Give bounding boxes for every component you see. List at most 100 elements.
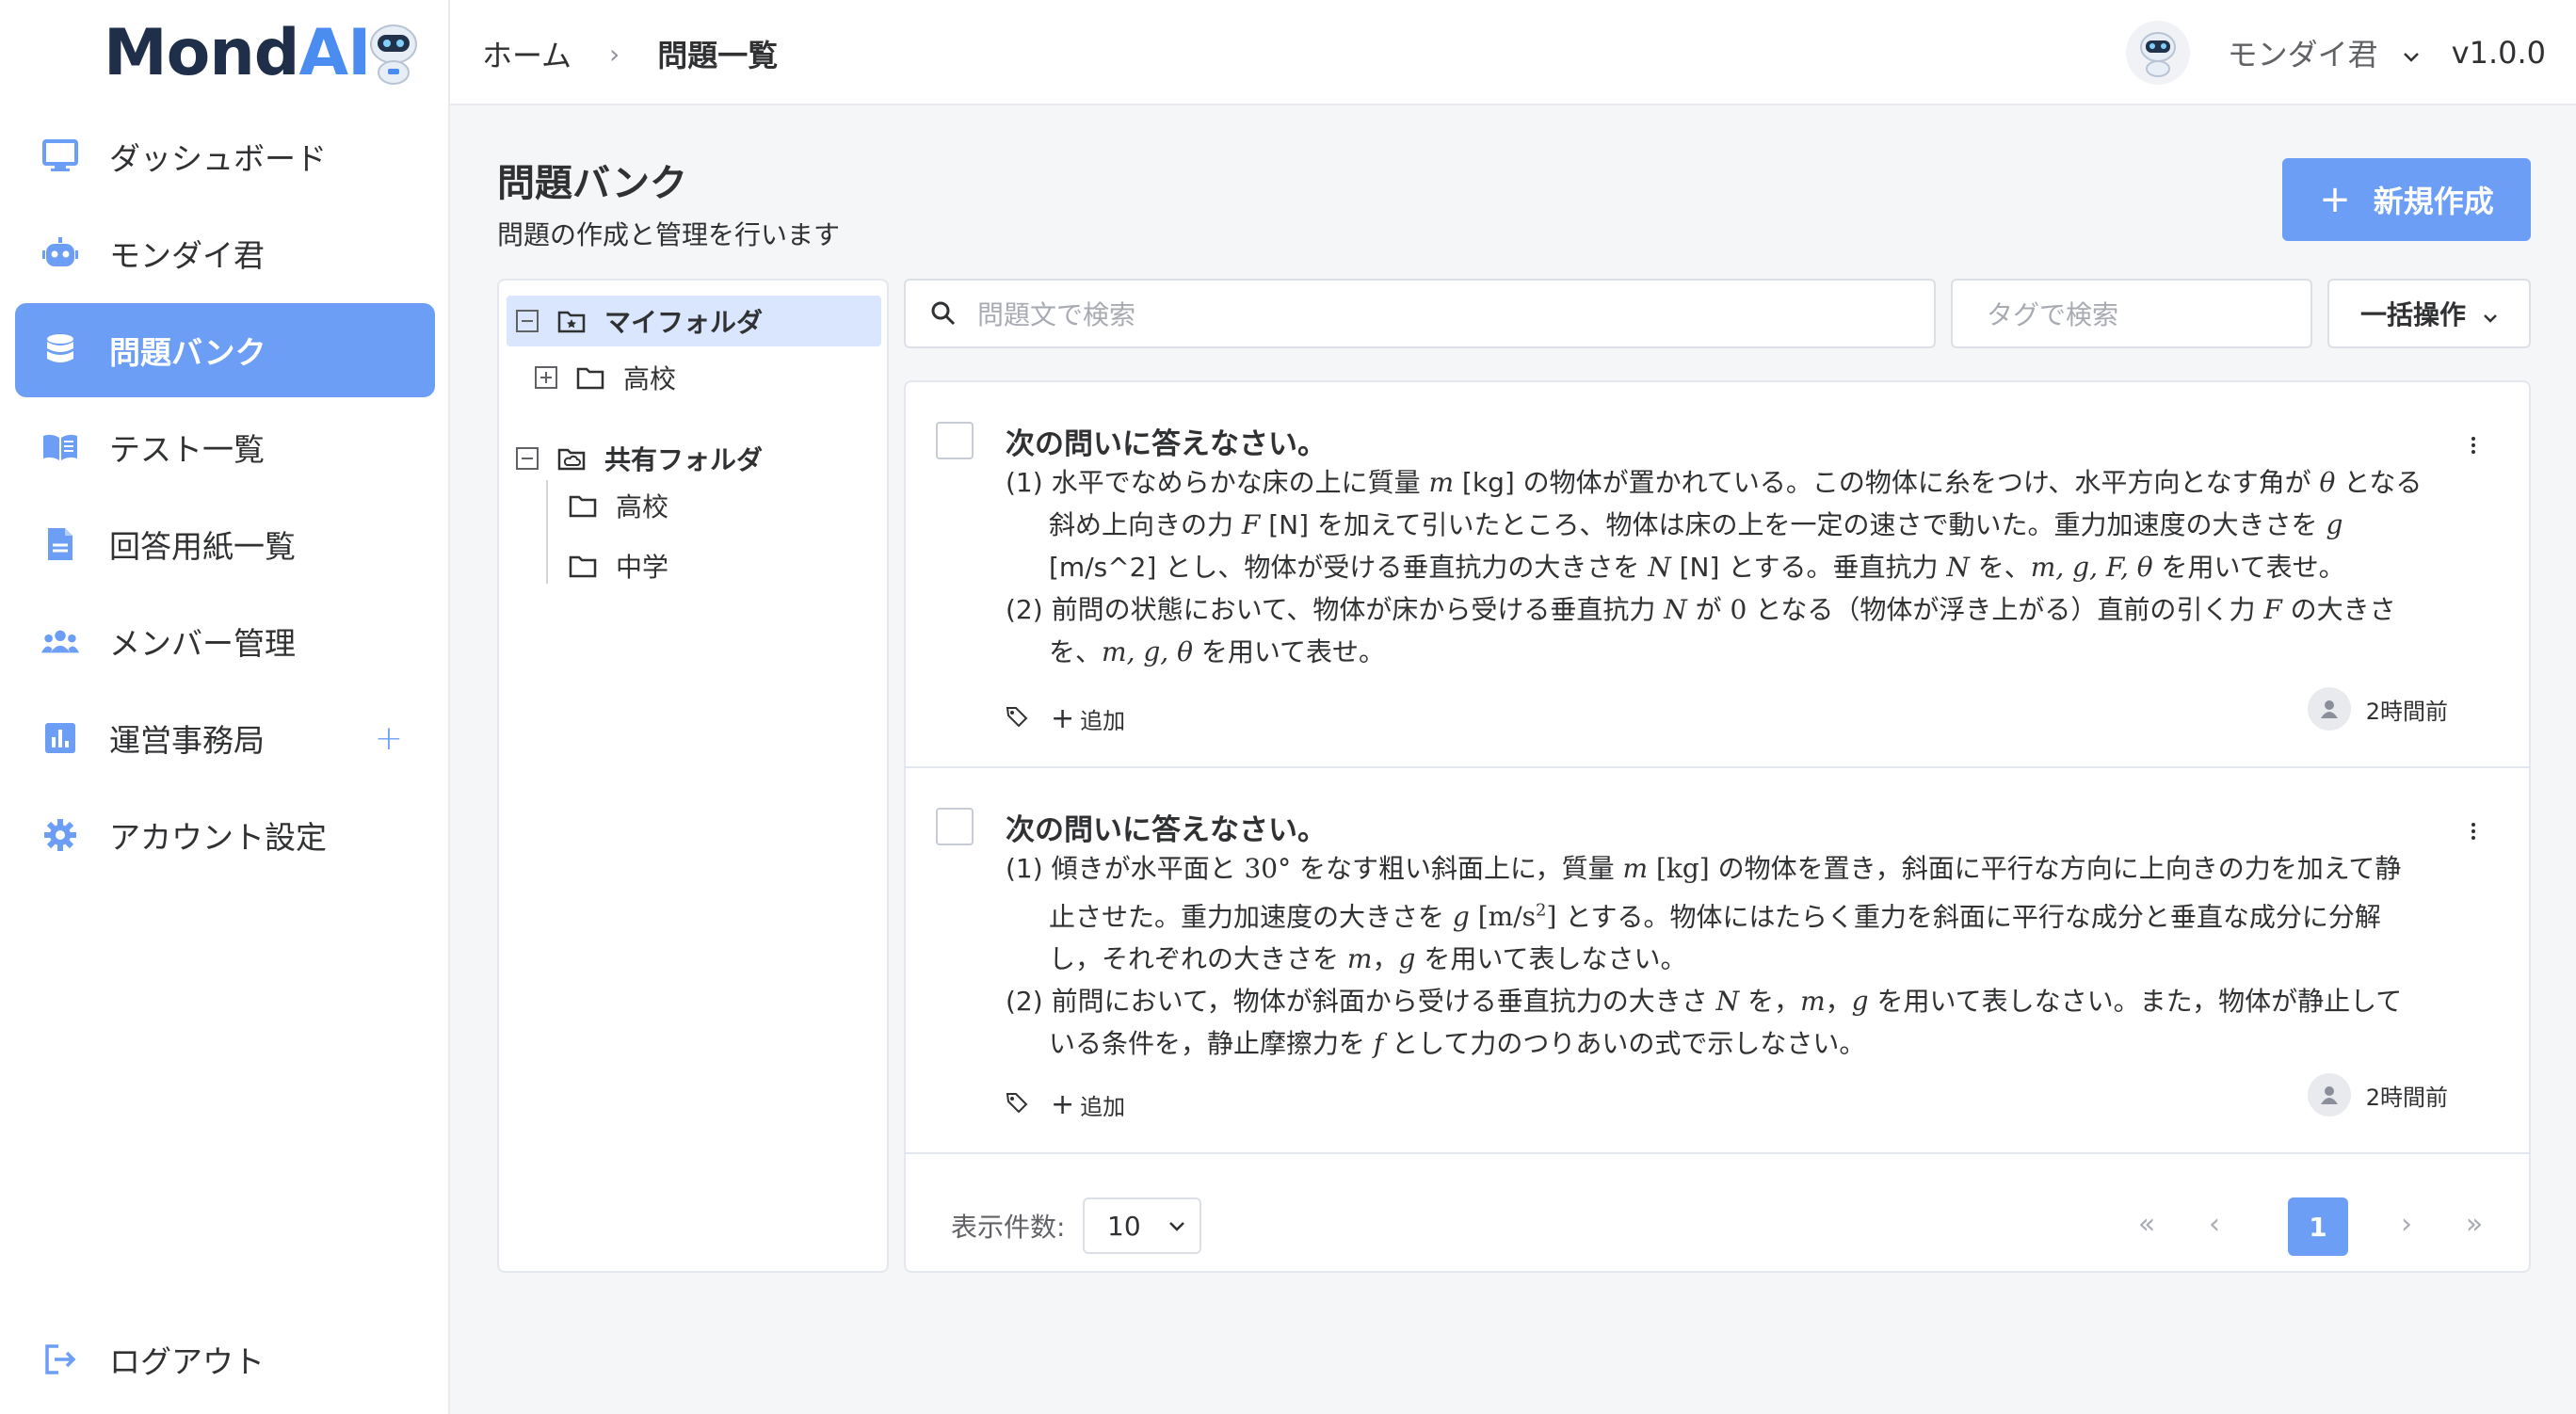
sidebar: MondAI ダッシュボード モンダイ君 問題バンク テスト一覧 回答用紙一覧 … <box>0 0 450 1414</box>
chevron-right-icon: › <box>609 38 620 70</box>
prev-page-icon[interactable]: ‹ <box>2196 1205 2233 1243</box>
search-icon <box>930 300 957 327</box>
book-icon <box>41 428 79 466</box>
sidebar-item-label: 問題バンク <box>109 334 266 371</box>
robot-mascot-icon <box>364 20 423 86</box>
user-name: モンダイ君 <box>2227 37 2378 72</box>
last-page-icon[interactable]: » <box>2455 1205 2493 1243</box>
tag-row: + 追加 <box>1006 702 1125 735</box>
avatar <box>2125 21 2190 85</box>
question-card[interactable]: 次の問いに答えなさい。 (1) 傾きが水平面と 30° をなす粗い斜面上に，質量… <box>906 768 2529 1154</box>
more-options-icon[interactable] <box>2471 823 2476 840</box>
folder-label: 共有フォルダ <box>604 444 764 475</box>
chevron-down-icon <box>2403 35 2420 71</box>
question-title: 次の問いに答えなさい。 <box>1006 427 1327 461</box>
next-page-icon[interactable]: › <box>2388 1205 2425 1243</box>
breadcrumb-home[interactable]: ホーム <box>482 32 572 75</box>
document-icon <box>41 525 79 563</box>
folder-shared-junior-high[interactable]: 中学 <box>569 544 668 587</box>
breadcrumb-current: 問題一覧 <box>657 38 779 73</box>
folder-label: 高校 <box>616 491 669 522</box>
page-title: 問題バンク <box>497 162 687 205</box>
folder-label: 中学 <box>616 552 669 583</box>
add-tag-plus-icon: + <box>1051 1088 1075 1121</box>
chevron-down-icon <box>2483 298 2498 329</box>
folder-tree: マイフォルダ 高校 共有フォルダ 高校 中学 <box>497 279 889 1273</box>
tag-row: + 追加 <box>1006 1088 1125 1121</box>
sidebar-nav: ダッシュボード モンダイ君 問題バンク テスト一覧 回答用紙一覧 メンバー管理 … <box>15 109 435 885</box>
folder-shared-high-school[interactable]: 高校 <box>569 484 668 527</box>
logout-icon <box>41 1341 79 1378</box>
plus-icon: + <box>2319 178 2351 221</box>
add-tag-button[interactable]: 追加 <box>1080 702 1125 735</box>
question-search-input[interactable]: 問題文で検索 <box>904 279 1936 348</box>
add-tag-button[interactable]: 追加 <box>1080 1088 1125 1121</box>
page-subtitle: 問題の作成と管理を行います <box>497 219 841 250</box>
chart-icon <box>41 719 79 757</box>
tag-search-placeholder: タグで検索 <box>1987 299 2119 330</box>
collapse-icon[interactable] <box>516 447 539 470</box>
monitor-icon <box>41 137 79 175</box>
user-avatar-icon <box>2307 687 2351 731</box>
sidebar-item-label: メンバー管理 <box>109 625 296 662</box>
user-menu[interactable]: モンダイ君 v1.0.0 <box>2125 21 2546 85</box>
folder-my-high-school[interactable]: 高校 <box>535 356 676 399</box>
tag-icon <box>1006 1091 1028 1119</box>
database-icon <box>41 331 79 369</box>
app-version: v1.0.0 <box>2451 35 2546 71</box>
question-body: (1) 傾きが水平面と 30° をなす粗い斜面上に，質量 m [kg] の物体を… <box>1006 853 2403 1060</box>
tag-search-input[interactable]: タグで検索 <box>1951 279 2312 348</box>
folder-label: 高校 <box>623 363 677 394</box>
question-time: 2時間前 <box>2365 698 2448 725</box>
page-size-label: 表示件数: <box>951 1212 1066 1243</box>
question-list: 次の問いに答えなさい。 (1) 水平でなめらかな床の上に質量 m [kg] の物… <box>904 380 2531 1273</box>
select-checkbox[interactable] <box>936 808 974 845</box>
new-question-button[interactable]: + 新規作成 <box>2282 158 2531 241</box>
folder-label: マイフォルダ <box>604 307 764 338</box>
folder-my-folder[interactable]: マイフォルダ <box>507 296 881 346</box>
sidebar-item-admin-office[interactable]: 運営事務局 + <box>15 691 435 785</box>
page-size-value: 10 <box>1107 1210 1141 1242</box>
more-options-icon[interactable] <box>2471 437 2476 454</box>
sidebar-item-label: ダッシュボード <box>109 140 327 177</box>
pagination: 表示件数: 10 « ‹ 1 › » <box>906 1184 2529 1273</box>
chevron-down-icon <box>1167 1213 1186 1245</box>
select-checkbox[interactable] <box>936 422 974 459</box>
sidebar-item-label: モンダイ君 <box>109 237 265 274</box>
sidebar-item-account-settings[interactable]: アカウント設定 <box>15 788 435 882</box>
first-page-icon[interactable]: « <box>2128 1205 2165 1243</box>
tag-icon <box>1006 705 1028 733</box>
sidebar-item-label: テスト一覧 <box>109 431 265 468</box>
sidebar-item-label: 運営事務局 <box>109 722 265 759</box>
logout-button[interactable]: ログアウト <box>41 1337 265 1382</box>
current-page-button[interactable]: 1 <box>2288 1197 2348 1256</box>
user-avatar-icon <box>2307 1073 2351 1117</box>
sidebar-item-label: 回答用紙一覧 <box>109 528 296 565</box>
question-body: (1) 水平でなめらかな床の上に質量 m [kg] の物体が置かれている。この物… <box>1006 467 2423 667</box>
question-card[interactable]: 次の問いに答えなさい。 (1) 水平でなめらかな床の上に質量 m [kg] の物… <box>906 382 2529 768</box>
expand-plus-icon[interactable]: + <box>375 719 403 758</box>
robot-icon <box>41 234 79 272</box>
bulk-label: 一括操作 <box>2359 299 2466 330</box>
logout-label: ログアウト <box>109 1343 265 1380</box>
expand-icon[interactable] <box>535 366 557 389</box>
question-meta: 2時間前 <box>2307 687 2448 731</box>
page-size-select[interactable]: 10 <box>1083 1197 1201 1254</box>
users-icon <box>41 622 79 660</box>
folder-icon <box>576 365 604 390</box>
folder-icon <box>569 554 597 578</box>
gear-icon <box>41 816 79 854</box>
collapse-icon[interactable] <box>516 310 539 332</box>
top-header: ホーム › 問題一覧 モンダイ君 v1.0.0 <box>450 0 2576 105</box>
app-logo[interactable]: MondAI <box>104 13 423 92</box>
folder-shared-folder[interactable]: 共有フォルダ <box>516 437 763 480</box>
sidebar-item-test-list[interactable]: テスト一覧 <box>15 400 435 494</box>
question-time: 2時間前 <box>2365 1084 2448 1111</box>
sidebar-item-answer-sheets[interactable]: 回答用紙一覧 <box>15 497 435 591</box>
sidebar-item-mondai-kun[interactable]: モンダイ君 <box>15 206 435 300</box>
bulk-actions-dropdown[interactable]: 一括操作 <box>2327 279 2531 348</box>
sidebar-item-question-bank[interactable]: 問題バンク <box>15 303 435 397</box>
sidebar-item-members[interactable]: メンバー管理 <box>15 594 435 688</box>
sidebar-item-dashboard[interactable]: ダッシュボード <box>15 109 435 203</box>
folder-icon <box>569 493 597 518</box>
